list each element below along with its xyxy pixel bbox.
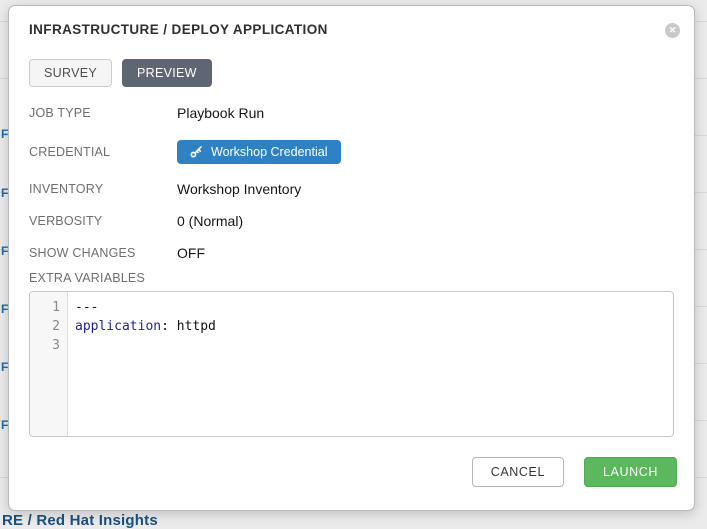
cancel-button[interactable]: CANCEL (472, 457, 564, 487)
verbosity-value: 0 (Normal) (177, 213, 243, 229)
field-row-verbosity: VERBOSITY 0 (Normal) (29, 211, 674, 231)
yaml-key: application (75, 319, 161, 334)
job-type-value: Playbook Run (177, 105, 264, 121)
code-line: --- (75, 298, 673, 317)
editor-code-area[interactable]: --- application: httpd (68, 292, 673, 436)
verbosity-label: VERBOSITY (29, 214, 177, 228)
job-summary-fields: JOB TYPE Playbook Run CREDENTIAL Worksho… (29, 103, 674, 263)
deploy-application-modal: INFRASTRUCTURE / DEPLOY APPLICATION ✕ SU… (8, 5, 695, 511)
credential-badge-label: Workshop Credential (211, 145, 328, 159)
inventory-value: Workshop Inventory (177, 181, 301, 197)
credential-badge: Workshop Credential (177, 140, 341, 164)
line-number: 3 (30, 336, 60, 355)
yaml-doc-start: --- (75, 300, 98, 315)
yaml-value: httpd (177, 319, 216, 334)
modal-header: INFRASTRUCTURE / DEPLOY APPLICATION ✕ (9, 6, 694, 38)
field-row-credential: CREDENTIAL Workshop Credential (29, 138, 674, 165)
code-line: application: httpd (75, 317, 673, 336)
line-number: 2 (30, 317, 60, 336)
field-row-inventory: INVENTORY Workshop Inventory (29, 179, 674, 199)
extra-variables-editor[interactable]: 1 2 3 --- application: httpd (29, 291, 674, 437)
yaml-separator: : (161, 319, 177, 334)
job-type-label: JOB TYPE (29, 106, 177, 120)
field-row-show-changes: SHOW CHANGES OFF (29, 243, 674, 263)
tab-preview[interactable]: PREVIEW (122, 59, 212, 87)
key-icon (190, 145, 203, 158)
show-changes-value: OFF (177, 245, 205, 261)
modal-tabs: SURVEY PREVIEW (29, 59, 674, 87)
extra-variables-section: EXTRA VARIABLES 1 2 3 --- application: h… (29, 271, 674, 437)
field-row-job-type: JOB TYPE Playbook Run (29, 103, 674, 123)
show-changes-label: SHOW CHANGES (29, 246, 177, 260)
editor-line-number-gutter: 1 2 3 (30, 292, 68, 436)
extra-variables-label: EXTRA VARIABLES (29, 271, 674, 285)
inventory-label: INVENTORY (29, 182, 177, 196)
tab-survey[interactable]: SURVEY (29, 59, 112, 87)
line-number: 1 (30, 298, 60, 317)
modal-footer: CANCEL LAUNCH (9, 457, 694, 510)
launch-button[interactable]: LAUNCH (584, 457, 677, 487)
credential-label: CREDENTIAL (29, 145, 177, 159)
modal-title: INFRASTRUCTURE / DEPLOY APPLICATION (29, 22, 665, 37)
close-icon[interactable]: ✕ (665, 23, 680, 38)
